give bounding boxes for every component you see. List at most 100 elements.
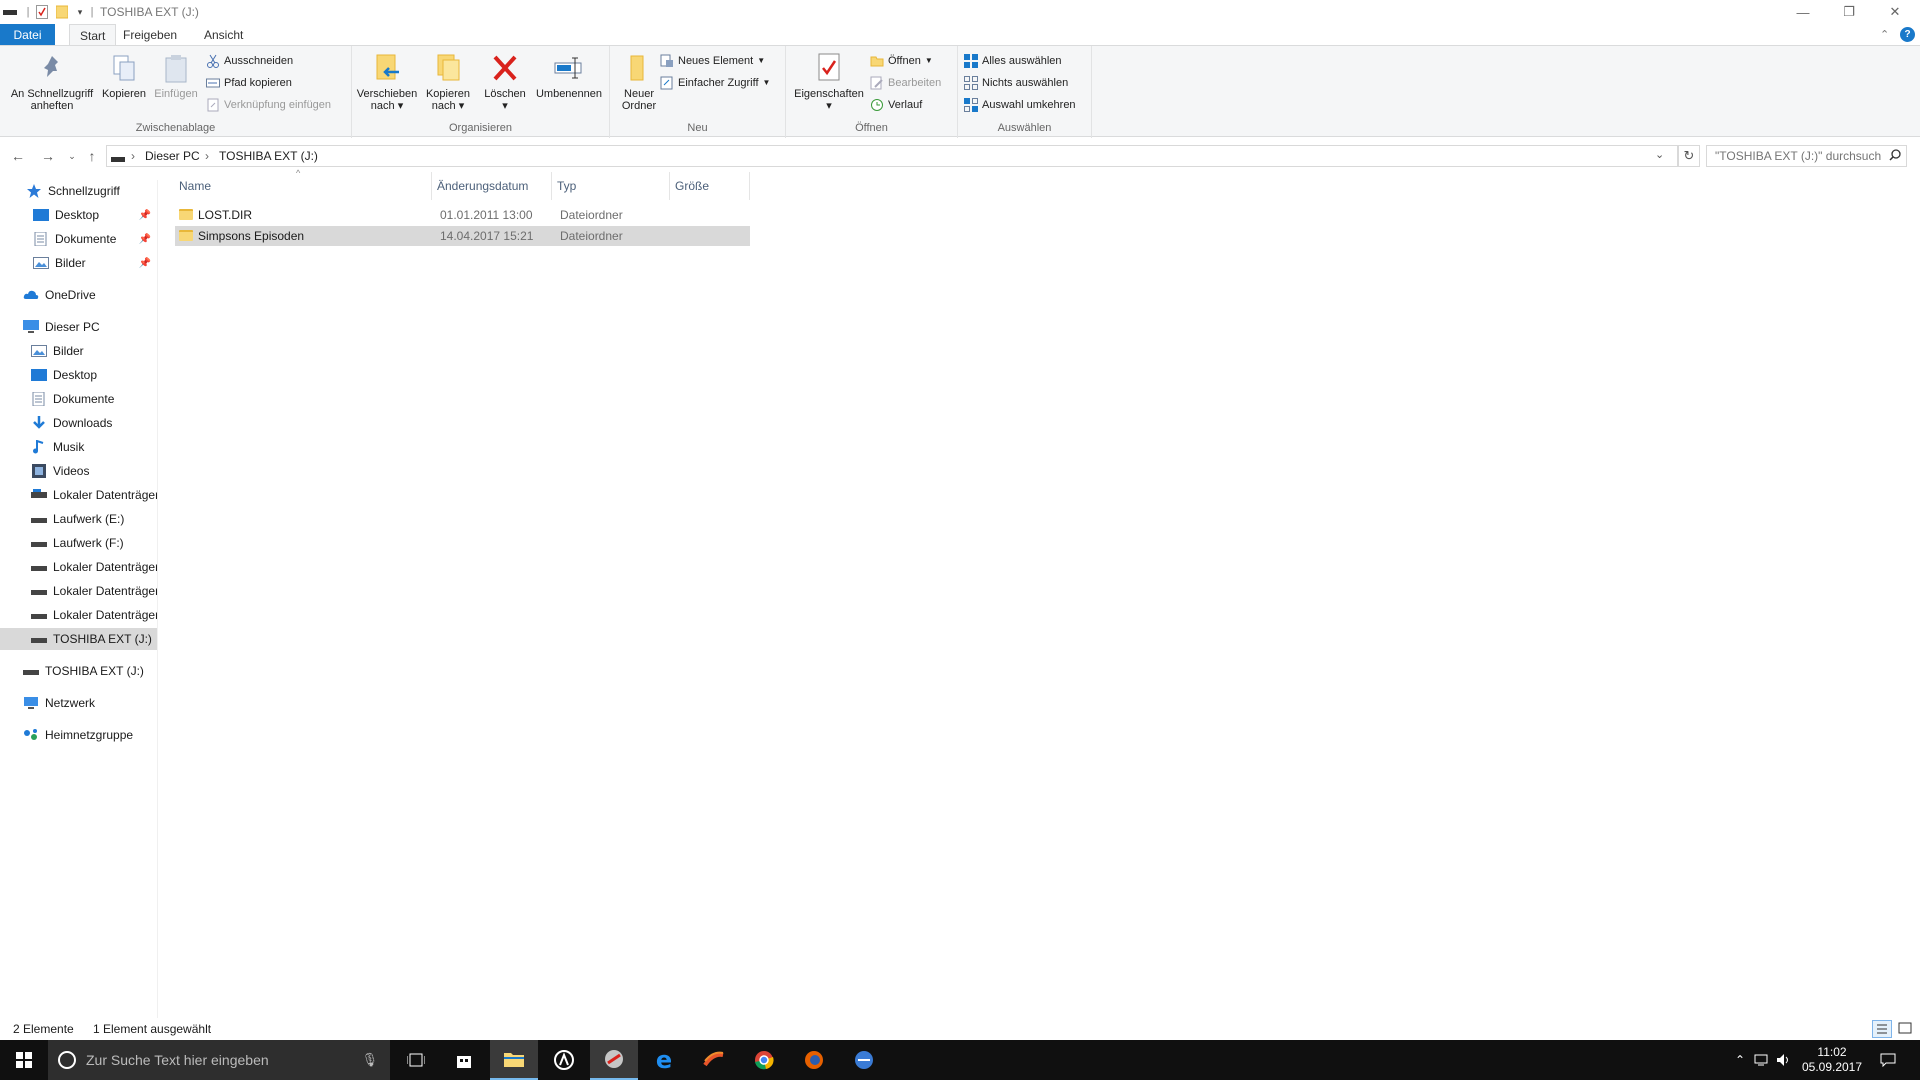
open-button[interactable]: Öffnen ▼ bbox=[870, 52, 933, 70]
vpn-app-icon[interactable] bbox=[840, 1040, 888, 1080]
windows-start-icon[interactable] bbox=[0, 1040, 48, 1080]
firefox-icon[interactable] bbox=[790, 1040, 838, 1080]
new-folder-button[interactable]: Neuer Ordner bbox=[614, 52, 664, 112]
large-icons-view-icon[interactable] bbox=[1896, 1020, 1916, 1038]
help-icon[interactable]: ? bbox=[1900, 27, 1915, 42]
nav-qa-desktop[interactable]: Desktop 📌 bbox=[0, 204, 157, 226]
move-to-button[interactable]: Verschieben nach ▾ bbox=[356, 52, 418, 112]
microphone-icon[interactable]: 🎙 bbox=[361, 1052, 378, 1068]
nav-pc-videos[interactable]: Videos bbox=[0, 460, 157, 482]
collapse-ribbon-icon[interactable]: ⌃ bbox=[1880, 28, 1889, 41]
chrome-icon[interactable] bbox=[740, 1040, 788, 1080]
recent-locations-chevron-icon[interactable]: ⌄ bbox=[62, 147, 82, 165]
search-icon[interactable] bbox=[1889, 149, 1901, 164]
tab-start[interactable]: Start bbox=[69, 24, 117, 46]
tab-share[interactable]: Freigeben bbox=[113, 24, 187, 46]
network-tray-icon[interactable] bbox=[1752, 1040, 1772, 1080]
pin-icon[interactable]: 📌 bbox=[139, 258, 151, 269]
tab-view[interactable]: Ansicht bbox=[194, 24, 253, 46]
close-button[interactable]: ✕ bbox=[1872, 0, 1918, 24]
copy-to-button[interactable]: Kopieren nach ▾ bbox=[420, 52, 476, 112]
edit-button[interactable]: Bearbeiten bbox=[870, 74, 941, 92]
nav-homegroup[interactable]: Heimnetzgruppe bbox=[0, 724, 157, 746]
file-row[interactable]: LOST.DIR 01.01.2011 13:00 Dateiordner bbox=[175, 205, 750, 225]
cut-button[interactable]: Ausschneiden bbox=[206, 52, 293, 70]
nav-pc-local-disk-1[interactable]: Lokaler Datenträger bbox=[0, 484, 157, 506]
history-button[interactable]: Verlauf bbox=[870, 96, 922, 114]
search-box[interactable] bbox=[1706, 145, 1907, 167]
notifications-icon[interactable] bbox=[1868, 1040, 1908, 1080]
file-explorer-taskbar-icon[interactable] bbox=[490, 1040, 538, 1080]
refresh-icon[interactable]: ↻ bbox=[1678, 145, 1700, 167]
breadcrumb-this-pc[interactable]: Dieser PC bbox=[145, 149, 200, 163]
nav-pc-music[interactable]: Musik bbox=[0, 436, 157, 458]
nav-pc-drive-f[interactable]: Laufwerk (F:) bbox=[0, 532, 157, 554]
breadcrumb-chevron-icon[interactable]: › bbox=[131, 149, 135, 163]
column-header-date[interactable]: Änderungsdatum bbox=[432, 172, 552, 200]
select-none-button[interactable]: Nichts auswählen bbox=[964, 74, 1068, 92]
nav-pc-local-disk-4[interactable]: Lokaler Datenträger bbox=[0, 604, 157, 626]
store-icon[interactable] bbox=[440, 1040, 488, 1080]
nav-pc-pictures[interactable]: Bilder bbox=[0, 340, 157, 362]
nav-this-pc[interactable]: Dieser PC bbox=[0, 316, 157, 338]
easy-access-button[interactable]: Einfacher Zugriff ▼ bbox=[660, 74, 770, 92]
clock[interactable]: 11:02 05.09.2017 bbox=[1800, 1040, 1864, 1080]
paste-shortcut-button[interactable]: Verknüpfung einfügen bbox=[206, 96, 331, 114]
maximize-button[interactable]: ❐ bbox=[1826, 0, 1872, 24]
nav-pc-downloads[interactable]: Downloads bbox=[0, 412, 157, 434]
volume-icon[interactable] bbox=[1774, 1040, 1794, 1080]
nav-quick-access[interactable]: Schnellzugriff bbox=[0, 180, 157, 202]
drive-icon[interactable] bbox=[2, 4, 18, 20]
select-all-button[interactable]: Alles auswählen bbox=[964, 52, 1062, 70]
edit-icon bbox=[870, 76, 884, 90]
breadcrumb-chevron-icon[interactable]: › bbox=[205, 149, 209, 163]
copy-path-button[interactable]: Pfad kopieren bbox=[206, 74, 292, 92]
tab-file[interactable]: Datei bbox=[0, 24, 55, 46]
nav-toshiba-root[interactable]: TOSHIBA EXT (J:) bbox=[0, 660, 157, 682]
media-app-icon[interactable] bbox=[590, 1040, 638, 1080]
nav-pc-desktop[interactable]: Desktop bbox=[0, 364, 157, 386]
new-folder-quick-icon[interactable] bbox=[54, 4, 70, 20]
search-input[interactable] bbox=[1707, 146, 1882, 166]
properties-button[interactable]: Eigenschaften ▾ bbox=[790, 52, 868, 112]
tray-expand-chevron-icon[interactable]: ⌃ bbox=[1732, 1040, 1748, 1080]
delete-button[interactable]: Löschen ▾ bbox=[480, 52, 530, 112]
column-header-size[interactable]: Größe bbox=[670, 172, 750, 200]
nav-pc-toshiba-drive[interactable]: TOSHIBA EXT (J:) bbox=[0, 628, 157, 650]
pin-icon[interactable]: 📌 bbox=[139, 210, 151, 221]
invert-selection-icon bbox=[964, 98, 978, 112]
address-bar[interactable]: › Dieser PC › TOSHIBA EXT (J:) ⌄ bbox=[106, 145, 1678, 167]
paste-button[interactable]: Einfügen bbox=[150, 52, 202, 100]
nav-qa-pictures[interactable]: Bilder 📌 bbox=[0, 252, 157, 274]
nav-onedrive[interactable]: OneDrive bbox=[0, 284, 157, 306]
taskbar-search[interactable]: Zur Suche Text hier eingeben 🎙 bbox=[48, 1040, 390, 1080]
creative-app-icon[interactable] bbox=[690, 1040, 738, 1080]
copy-button[interactable]: Kopieren bbox=[100, 52, 148, 100]
forward-arrow-icon[interactable]: → bbox=[38, 147, 58, 165]
nav-pc-drive-e[interactable]: Laufwerk (E:) bbox=[0, 508, 157, 530]
task-view-icon[interactable] bbox=[392, 1040, 440, 1080]
app-a-icon[interactable] bbox=[540, 1040, 588, 1080]
breadcrumb-current-drive[interactable]: TOSHIBA EXT (J:) bbox=[219, 149, 318, 163]
pin-icon[interactable]: 📌 bbox=[139, 234, 151, 245]
details-view-icon[interactable] bbox=[1872, 1020, 1892, 1038]
pin-quick-access-button[interactable]: An Schnellzugriff anheften bbox=[6, 52, 98, 112]
rename-button[interactable]: Umbenennen bbox=[532, 52, 606, 100]
nav-qa-documents[interactable]: Dokumente 📌 bbox=[0, 228, 157, 250]
invert-selection-button[interactable]: Auswahl umkehren bbox=[964, 96, 1076, 114]
file-row-selected[interactable]: Simpsons Episoden 14.04.2017 15:21 Datei… bbox=[175, 226, 750, 246]
up-arrow-icon[interactable]: ↑ bbox=[82, 147, 102, 165]
minimize-button[interactable]: — bbox=[1780, 0, 1826, 24]
address-dropdown-icon[interactable]: ⌄ bbox=[1655, 148, 1664, 161]
nav-pc-local-disk-3[interactable]: Lokaler Datenträger bbox=[0, 580, 157, 602]
nav-network[interactable]: Netzwerk bbox=[0, 692, 157, 714]
edge-icon[interactable]: e bbox=[640, 1040, 688, 1080]
properties-quick-icon[interactable] bbox=[34, 4, 50, 20]
nav-pc-local-disk-2[interactable]: Lokaler Datenträger bbox=[0, 556, 157, 578]
new-item-button[interactable]: Neues Element ▼ bbox=[660, 52, 765, 70]
back-arrow-icon[interactable]: ← bbox=[8, 147, 28, 165]
clipboard-group: An Schnellzugriff anheften Kopieren Einf… bbox=[0, 46, 352, 138]
column-header-name[interactable]: Name bbox=[174, 172, 432, 200]
column-header-type[interactable]: Typ bbox=[552, 172, 670, 200]
nav-pc-documents[interactable]: Dokumente bbox=[0, 388, 157, 410]
